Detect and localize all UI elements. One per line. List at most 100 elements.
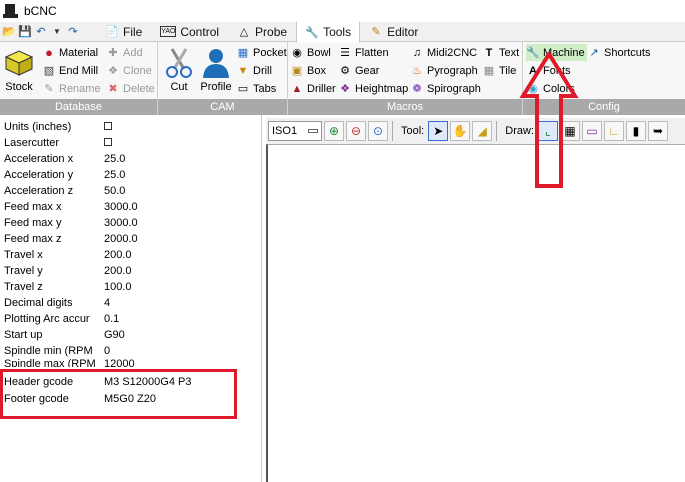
rename-button[interactable]: ✎ Rename xyxy=(42,80,100,97)
pyrograph-button[interactable]: ♨ Pyrograph xyxy=(410,62,478,79)
zoom-in-icon: ⊕ xyxy=(328,124,340,138)
zoom-out-button[interactable]: ⊖ xyxy=(346,121,366,141)
stock-button[interactable]: Stock xyxy=(4,45,34,93)
property-row: Decimal digits 4 xyxy=(0,295,261,311)
property-value[interactable]: 200.0 xyxy=(104,265,132,277)
tab-probe[interactable]: △ Probe xyxy=(228,22,296,41)
tab-file[interactable]: 📄 File xyxy=(96,22,151,41)
property-value[interactable]: 3000.0 xyxy=(104,201,138,213)
tab-editor[interactable]: ✎ Editor xyxy=(360,22,427,41)
text-label: Text xyxy=(499,46,520,59)
quick-access-toolbar: 📂 💾 ↶ ▼ ↷ xyxy=(0,22,96,41)
drill-button[interactable]: ▼ Drill xyxy=(236,62,272,79)
property-value[interactable]: 0 xyxy=(104,345,110,357)
box-icon: ▣ xyxy=(291,65,303,77)
draw-rapid-button[interactable]: ➥ xyxy=(647,121,668,141)
spirograph-button[interactable]: ❁ Spirograph xyxy=(410,80,481,97)
window-title: bCNC xyxy=(24,4,57,18)
property-row: Feed max z 2000.0 xyxy=(0,231,261,247)
clone-icon: ❖ xyxy=(108,65,118,77)
property-key: Lasercutter xyxy=(4,137,60,149)
text-button[interactable]: T Text xyxy=(482,44,520,61)
heightmap-button[interactable]: ❖ Heightmap xyxy=(338,80,408,97)
bowl-button[interactable]: ◉ Bowl xyxy=(290,44,331,61)
save-icon[interactable]: 💾 xyxy=(18,25,32,39)
property-key: Start up xyxy=(4,329,43,341)
ruler-icon: ◢ xyxy=(477,124,487,138)
property-row: Travel z 100.0 xyxy=(0,279,261,295)
clone-button[interactable]: ❖ Clone xyxy=(106,62,152,79)
property-key: Travel y xyxy=(4,265,43,277)
dropdown-icon[interactable]: ▼ xyxy=(50,25,64,39)
cut-button[interactable]: Cut xyxy=(162,45,196,93)
file-icon: 📄 xyxy=(105,26,119,38)
draw-workarea-button[interactable]: ∟ xyxy=(603,121,624,141)
view-select[interactable]: ISO1 xyxy=(268,121,322,141)
redo-icon[interactable]: ↷ xyxy=(66,25,80,39)
select-tool-button[interactable]: ➤ xyxy=(428,121,449,141)
property-value[interactable]: 25.0 xyxy=(104,169,125,181)
gear-icon: ⚙ xyxy=(340,65,350,77)
property-key: Units (inches) xyxy=(4,121,72,133)
property-value[interactable]: 2000.0 xyxy=(104,233,138,245)
property-value[interactable]: 12000 xyxy=(104,358,135,367)
tab-file-label: File xyxy=(123,24,143,39)
box-button[interactable]: ▣ Box xyxy=(290,62,326,79)
flatten-button[interactable]: ☰ Flatten xyxy=(338,44,389,61)
shortcuts-button[interactable]: ↗ Shortcuts xyxy=(587,44,650,61)
lasercutter-checkbox[interactable] xyxy=(104,138,112,146)
zoom-fit-button[interactable]: ⊙ xyxy=(368,121,388,141)
pyrograph-label: Pyrograph xyxy=(427,64,478,77)
tab-editor-label: Editor xyxy=(387,24,419,39)
property-value[interactable]: 100.0 xyxy=(104,281,132,293)
midi2cnc-button[interactable]: ♫ Midi2CNC xyxy=(410,44,477,61)
property-value[interactable]: 50.0 xyxy=(104,185,125,197)
property-row: Spindle min (RPM 0 xyxy=(0,343,261,359)
property-value[interactable]: 200.0 xyxy=(104,249,132,261)
zoom-in-button[interactable]: ⊕ xyxy=(324,121,344,141)
endmill-button[interactable]: ▧ End Mill xyxy=(42,62,98,79)
property-value[interactable]: 3000.0 xyxy=(104,217,138,229)
property-value[interactable]: G90 xyxy=(104,329,125,341)
property-value[interactable]: 25.0 xyxy=(104,153,125,165)
flatten-label: Flatten xyxy=(355,46,389,59)
tab-control[interactable]: YAO Control xyxy=(151,22,228,41)
profile-button[interactable]: Profile xyxy=(198,45,234,93)
spirograph-label: Spirograph xyxy=(427,82,481,95)
driller-button[interactable]: ▲ Driller xyxy=(290,80,336,97)
clone-label: Clone xyxy=(123,64,152,77)
property-value[interactable]: 4 xyxy=(104,297,110,309)
tab-probe-label: Probe xyxy=(255,24,288,39)
margins-icon: ▭ xyxy=(586,124,598,138)
rename-icon: ✎ xyxy=(44,83,54,95)
workarea-icon: ∟ xyxy=(608,124,620,138)
delete-button[interactable]: ✖ Delete xyxy=(106,80,154,97)
draw-margins-button[interactable]: ▭ xyxy=(581,121,602,141)
database-group: Stock ● Material ▧ End Mill ✎ Rename ✚ A… xyxy=(0,42,158,115)
gear-button[interactable]: ⚙ Gear xyxy=(338,62,379,79)
property-key: Acceleration z xyxy=(4,185,74,197)
box-label: Box xyxy=(307,64,326,77)
add-button[interactable]: ✚ Add xyxy=(106,44,142,61)
open-icon[interactable]: 📂 xyxy=(2,25,16,39)
tab-tools[interactable]: 🔧 Tools xyxy=(296,22,361,42)
pocket-button[interactable]: ▦ Pocket xyxy=(236,44,287,61)
draw-probe-button[interactable]: ▮ xyxy=(625,121,646,141)
property-key: Feed max y xyxy=(4,217,62,229)
undo-icon[interactable]: ↶ xyxy=(34,25,48,39)
highlight-box-gcode-fields xyxy=(0,369,237,419)
toolbar-separator xyxy=(392,121,393,141)
tab-control-label: Control xyxy=(180,24,220,39)
gcode-canvas[interactable] xyxy=(266,144,685,482)
stock-icon xyxy=(2,45,36,79)
cut-scissors-icon xyxy=(162,45,196,79)
tool-label: Tool: xyxy=(401,125,425,137)
control-icon: YAO xyxy=(160,26,177,37)
material-button[interactable]: ● Material xyxy=(42,44,98,61)
pan-tool-button[interactable]: ✋ xyxy=(450,121,471,141)
property-value[interactable]: 0.1 xyxy=(104,313,119,325)
tabs-button[interactable]: ▭ Tabs xyxy=(236,80,276,97)
units-inches-checkbox[interactable] xyxy=(104,122,112,130)
ruler-tool-button[interactable]: ◢ xyxy=(472,121,493,141)
tile-button[interactable]: ▦ Tile xyxy=(482,62,517,79)
